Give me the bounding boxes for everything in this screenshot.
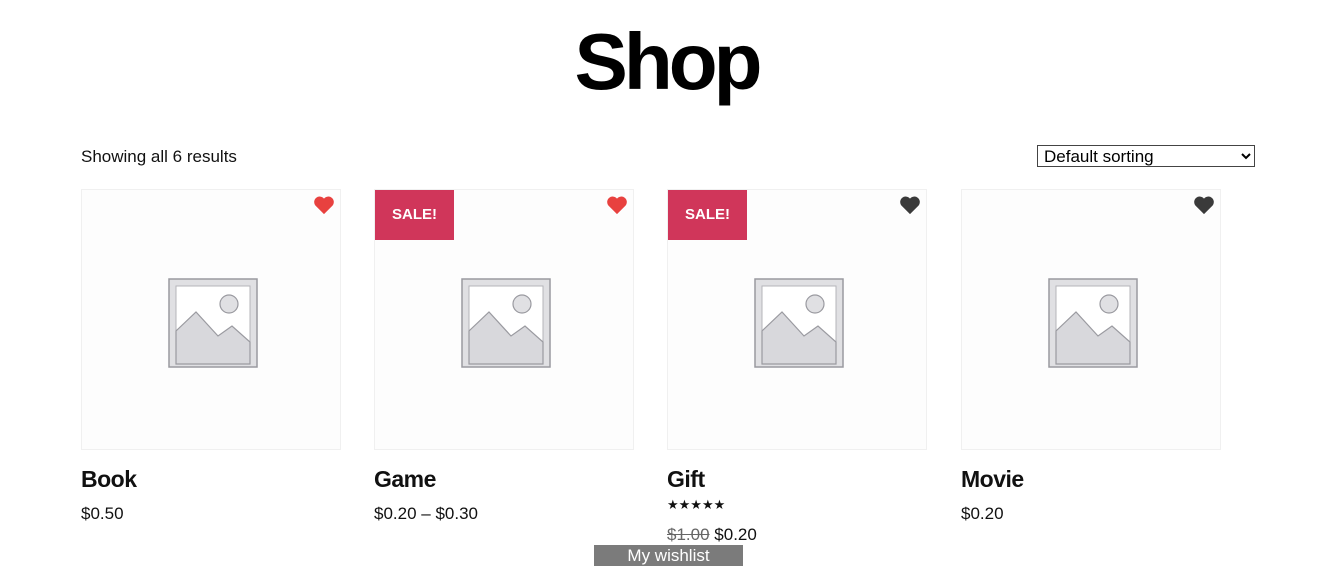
wishlist-heart-icon[interactable] <box>1193 195 1215 215</box>
wishlist-heart-icon[interactable] <box>899 195 921 215</box>
sale-price: $0.20 <box>714 525 757 544</box>
product-name[interactable]: Gift <box>667 466 705 493</box>
product-name[interactable]: Book <box>81 466 137 493</box>
product-name[interactable]: Game <box>374 466 436 493</box>
product-image[interactable]: SALE! <box>374 189 634 450</box>
image-placeholder-icon <box>754 278 844 368</box>
image-placeholder-icon <box>168 278 258 368</box>
product-card-gift[interactable]: SALE! Gift ★★★★★ $1.00 $0.20 <box>667 189 927 544</box>
product-card-movie[interactable]: Movie $0.20 <box>961 189 1221 523</box>
product-price: $0.20 <box>961 504 1004 523</box>
sale-badge: SALE! <box>375 190 454 240</box>
product-image[interactable] <box>961 189 1221 450</box>
my-wishlist-button[interactable]: My wishlist <box>594 545 743 566</box>
star-rating: ★★★★★ <box>667 497 726 512</box>
product-price: $0.20 – $0.30 <box>374 504 478 523</box>
product-card-game[interactable]: SALE! Game $0.20 – $0.30 <box>374 189 634 523</box>
page-title: Shop <box>574 17 763 106</box>
wishlist-heart-icon[interactable] <box>313 195 335 215</box>
wishlist-heart-icon[interactable] <box>606 195 628 215</box>
product-price: $0.50 <box>81 504 124 523</box>
product-card-book[interactable]: Book $0.50 <box>81 189 341 523</box>
sorting-select[interactable]: Default sorting <box>1037 145 1255 167</box>
product-name[interactable]: Movie <box>961 466 1024 493</box>
product-image[interactable] <box>81 189 341 450</box>
shop-page: Shop Showing all 6 results Default sorti… <box>0 0 1333 566</box>
result-count: Showing all 6 results <box>81 147 237 166</box>
product-image[interactable]: SALE! <box>667 189 927 450</box>
product-price: $1.00 $0.20 <box>667 525 757 545</box>
sale-badge: SALE! <box>668 190 747 240</box>
image-placeholder-icon <box>1048 278 1138 368</box>
regular-price: $1.00 <box>667 525 710 544</box>
image-placeholder-icon <box>461 278 551 368</box>
